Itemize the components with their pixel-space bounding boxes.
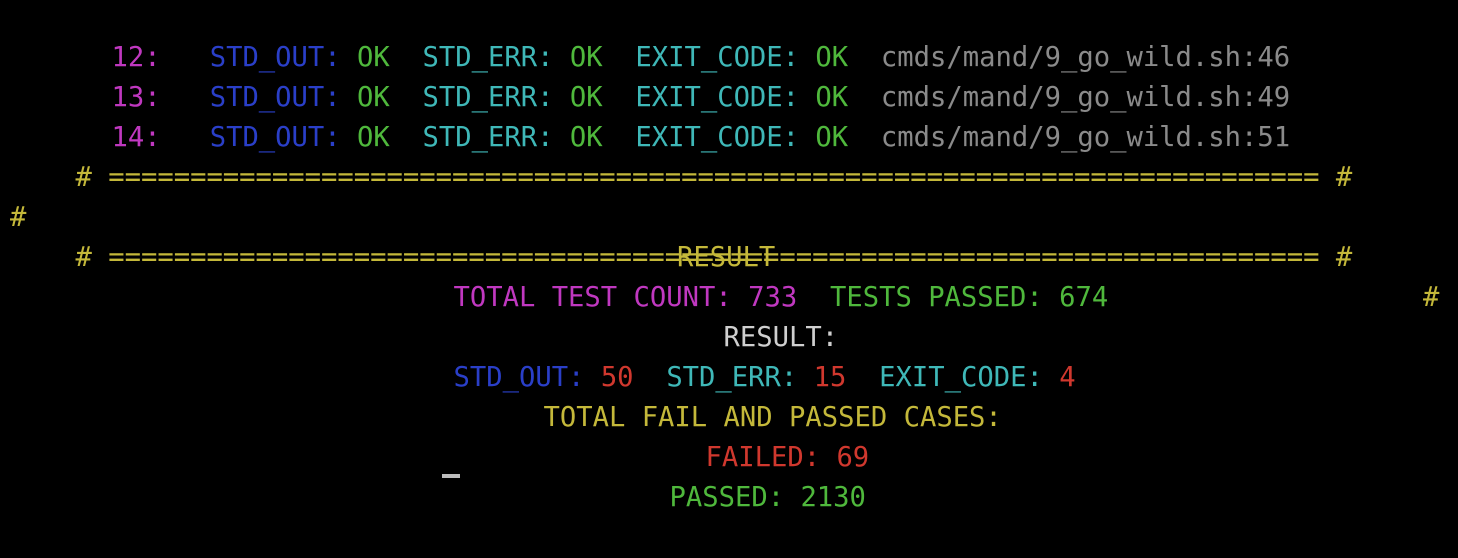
terminal-cursor <box>442 474 460 478</box>
test-row: 14: STD_OUT: OK STD_ERR: OK EXIT_CODE: O… <box>46 78 1290 153</box>
banner-bottom-rule: # ======================================… <box>10 198 1352 273</box>
banner-top-rule: # ======================================… <box>10 118 1352 193</box>
banner-hash: # <box>1423 282 1440 313</box>
passed-cases-value: 2130 <box>800 482 866 513</box>
banner-title-row: # RESULT # <box>10 158 1450 313</box>
test-row: 12: STD_OUT: OK STD_ERR: OK EXIT_CODE: O… <box>46 0 1290 73</box>
terminal-output: 12: STD_OUT: OK STD_ERR: OK EXIT_CODE: O… <box>0 0 1458 513</box>
tests-passed-label: TESTS PASSED: <box>829 282 1043 313</box>
test-row: 13: STD_OUT: OK STD_ERR: OK EXIT_CODE: O… <box>46 38 1290 113</box>
total-count-row: TOTAL TEST COUNT: 733 TESTS PASSED: 674 <box>388 238 1108 313</box>
banner-hash: # <box>1335 242 1353 273</box>
result-heading: RESULT: <box>658 278 838 353</box>
tests-passed-value: 674 <box>1059 282 1109 313</box>
passed-cases-row: PASSED: 2130 <box>604 438 865 513</box>
passed-cases-label: PASSED: <box>669 482 785 513</box>
failure-breakdown-row: STD_OUT: 50 STD_ERR: 15 EXIT_CODE: 4 <box>388 318 1075 393</box>
cases-heading: TOTAL FAIL AND PASSED CASES: <box>478 358 1001 433</box>
failed-cases-row: FAILED: 69 <box>640 398 869 473</box>
banner-hash: # <box>75 242 92 273</box>
exit-code-fail-value: 4 <box>1059 362 1076 393</box>
